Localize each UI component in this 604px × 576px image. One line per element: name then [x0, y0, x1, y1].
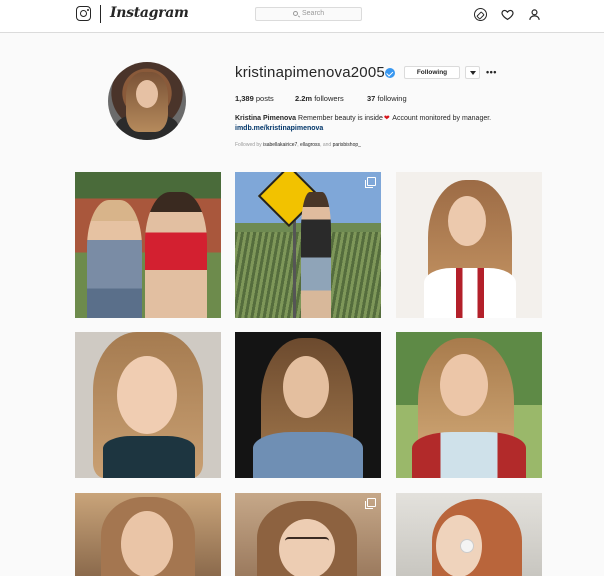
post-tile[interactable]: [75, 332, 221, 478]
multiple-photos-icon: [365, 177, 376, 188]
bio-text-2: Account monitored by manager.: [392, 115, 492, 122]
following-label: following: [377, 94, 407, 103]
post-figure: [87, 200, 142, 318]
following-stat[interactable]: 37 following: [367, 94, 407, 103]
activity-heart-icon[interactable]: [501, 8, 514, 21]
posts-label: posts: [255, 94, 274, 103]
following-button[interactable]: Following: [404, 66, 460, 79]
logo-divider: [100, 5, 101, 23]
posts-count: 1,389: [235, 94, 254, 103]
post-tile[interactable]: [235, 172, 381, 318]
top-nav: Instagram Search: [0, 0, 604, 33]
profile-username: kristinapimenova2005: [235, 64, 385, 81]
profile-bio: Kristina Pimenova Remember beauty is ins…: [235, 114, 491, 122]
chevron-down-icon[interactable]: [465, 66, 480, 79]
followed-by-sep-2: , and: [320, 142, 332, 148]
red-heart-icon: ❤: [383, 115, 390, 122]
post-face: [279, 519, 335, 576]
followers-count: 2.2m: [295, 94, 313, 103]
followers-stat[interactable]: 2.2m followers: [295, 94, 344, 103]
search-placeholder: Search: [302, 10, 325, 17]
posts-stat: 1,389 posts: [235, 94, 274, 103]
post-detail: [460, 539, 474, 553]
post-glasses: [285, 537, 329, 547]
profile-avatar[interactable]: [108, 62, 186, 140]
profile-user-icon[interactable]: [528, 8, 541, 21]
post-clothing: [412, 432, 526, 478]
post-figure: [301, 192, 331, 318]
post-face: [283, 356, 329, 418]
instagram-wordmark[interactable]: Instagram: [110, 5, 189, 21]
following-count: 37: [367, 94, 376, 103]
post-tile[interactable]: [75, 493, 221, 576]
more-options-icon[interactable]: •••: [486, 68, 497, 77]
followed-by-user-3[interactable]: parisbishop_: [333, 142, 361, 148]
post-clothing: [253, 432, 363, 478]
multiple-photos-icon: [365, 498, 376, 509]
post-face: [440, 354, 488, 416]
avatar-face: [136, 80, 158, 108]
bio-text-1: Remember beauty is inside: [298, 115, 383, 122]
post-tile[interactable]: [396, 172, 542, 318]
followed-by-prefix: Followed by: [235, 142, 262, 148]
post-tile[interactable]: [396, 332, 542, 478]
post-clothing: [424, 268, 516, 318]
post-figure: [145, 192, 207, 318]
explore-compass-icon[interactable]: [474, 8, 487, 21]
bio-link[interactable]: imdb.me/kristinapimenova: [235, 125, 323, 132]
post-face: [117, 356, 177, 434]
followed-by-user-1[interactable]: isabellakairice7: [263, 142, 297, 148]
followed-by: Followed by isabellakairice7, ellagross,…: [235, 142, 361, 148]
followed-by-sep-1: ,: [297, 142, 299, 148]
post-face: [448, 196, 486, 246]
verified-badge-icon: [385, 68, 395, 78]
post-tile[interactable]: [396, 493, 542, 576]
instagram-camera-icon[interactable]: [76, 6, 91, 21]
search-input[interactable]: Search: [255, 7, 362, 21]
followers-label: followers: [314, 94, 344, 103]
post-face: [436, 515, 482, 576]
followed-by-user-2[interactable]: ellagross: [300, 142, 320, 148]
post-sign-pole: [293, 212, 296, 318]
post-clothing: [103, 436, 195, 478]
search-icon: [293, 11, 298, 16]
post-face: [121, 511, 173, 576]
post-tile[interactable]: [235, 493, 381, 576]
post-tile[interactable]: [75, 172, 221, 318]
bio-full-name: Kristina Pimenova: [235, 115, 297, 122]
post-tile[interactable]: [235, 332, 381, 478]
